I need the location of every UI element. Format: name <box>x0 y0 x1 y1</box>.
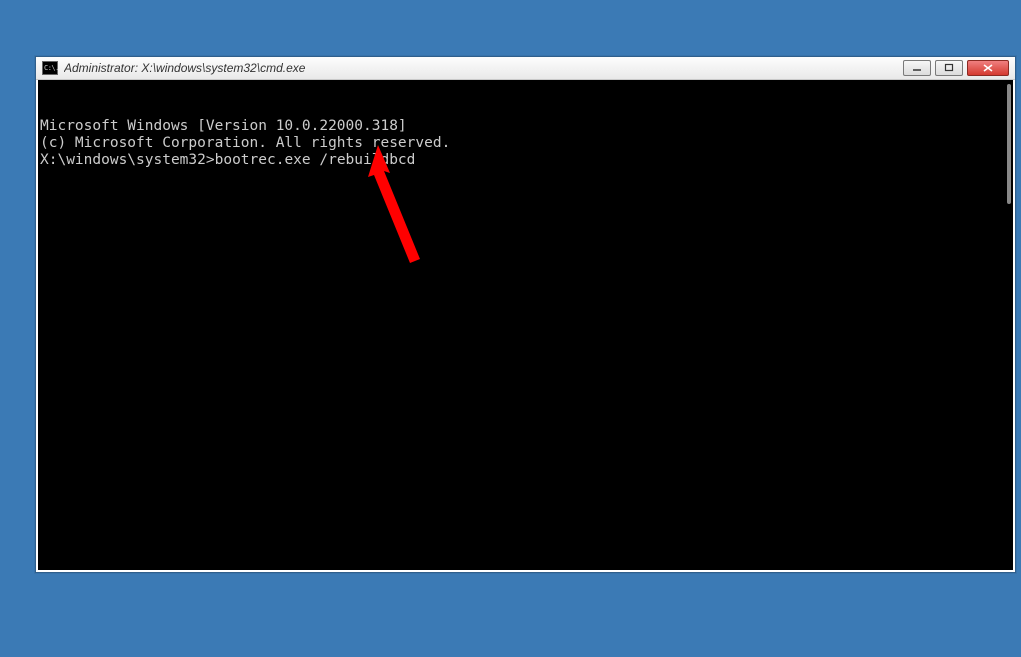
close-button[interactable] <box>967 60 1009 76</box>
scrollbar-thumb[interactable] <box>1007 84 1011 204</box>
console-line-version: Microsoft Windows [Version 10.0.22000.31… <box>40 118 1011 135</box>
maximize-button[interactable] <box>935 60 963 76</box>
console-line-prompt: X:\windows\system32>bootrec.exe /rebuild… <box>40 152 1011 169</box>
console-command: bootrec.exe /rebuildbcd <box>215 152 416 168</box>
window-title: Administrator: X:\windows\system32\cmd.e… <box>64 61 903 75</box>
console-prompt: X:\windows\system32> <box>40 152 215 168</box>
console-area[interactable]: Microsoft Windows [Version 10.0.22000.31… <box>36 80 1015 572</box>
cmd-icon-glyph: C:\. <box>44 65 59 72</box>
console-line-copyright: (c) Microsoft Corporation. All rights re… <box>40 135 1011 152</box>
maximize-icon <box>944 63 954 73</box>
close-icon <box>982 63 994 73</box>
titlebar[interactable]: C:\. Administrator: X:\windows\system32\… <box>36 57 1015 80</box>
minimize-icon <box>912 64 922 72</box>
cmd-icon: C:\. <box>42 61 58 75</box>
cmd-window: C:\. Administrator: X:\windows\system32\… <box>35 56 1016 573</box>
minimize-button[interactable] <box>903 60 931 76</box>
window-controls <box>903 60 1009 76</box>
